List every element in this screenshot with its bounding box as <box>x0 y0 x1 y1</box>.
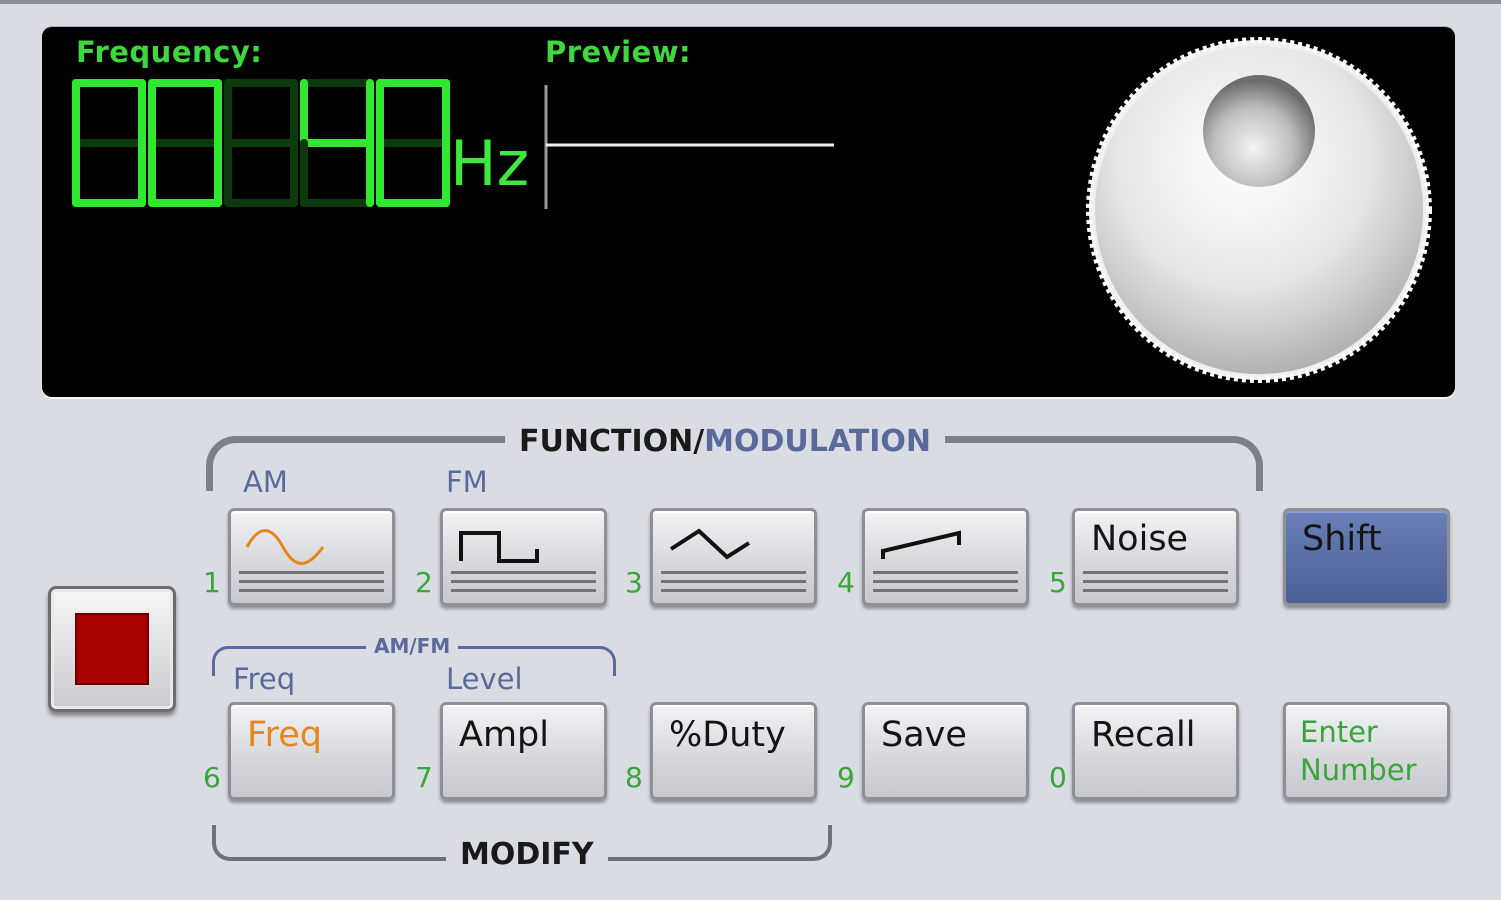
square-button[interactable] <box>440 508 607 606</box>
button-stripes <box>661 571 806 597</box>
enter-label-line2: Number <box>1300 753 1417 787</box>
ramp-button[interactable] <box>862 508 1029 606</box>
stop-square-icon <box>75 613 149 685</box>
function-title: FUNCTION/ <box>519 424 705 459</box>
tuning-knob[interactable] <box>1084 33 1434 383</box>
shift-label-freq: Freq <box>233 662 296 696</box>
shift-label-am: AM <box>243 465 288 499</box>
top-border <box>0 0 1501 4</box>
key-number-2: 2 <box>415 566 433 599</box>
modify-title: MODIFY <box>446 837 608 872</box>
button-stripes <box>239 571 384 597</box>
save-label: Save <box>881 715 967 755</box>
save-button[interactable]: Save <box>862 702 1029 800</box>
button-stripes <box>1083 571 1228 597</box>
modulation-title: MODULATION <box>704 424 932 459</box>
key-number-0: 0 <box>1049 761 1067 794</box>
waveform-preview <box>544 85 834 209</box>
frequency-digit <box>300 79 374 207</box>
key-number-5: 5 <box>1049 566 1067 599</box>
ampl-button[interactable]: Ampl <box>440 702 607 800</box>
square-wave-icon <box>459 531 539 563</box>
ampl-label: Ampl <box>459 715 549 755</box>
noise-button[interactable]: Noise <box>1072 508 1239 606</box>
key-number-1: 1 <box>203 566 221 599</box>
frequency-unit: Hz <box>450 127 530 200</box>
triangle-wave-icon <box>669 528 751 560</box>
shift-label-fm: FM <box>446 465 488 499</box>
button-stripes <box>873 571 1018 597</box>
sine-button[interactable] <box>228 508 395 606</box>
key-number-4: 4 <box>837 566 855 599</box>
frequency-digit <box>376 79 450 207</box>
shift-button[interactable]: Shift <box>1283 508 1450 606</box>
freq-label: Freq <box>247 715 322 755</box>
shift-label-level: Level <box>446 662 523 696</box>
recall-button[interactable]: Recall <box>1072 702 1239 800</box>
frequency-digits[interactable] <box>72 77 452 212</box>
output-stop-button[interactable] <box>48 586 176 712</box>
triangle-button[interactable] <box>650 508 817 606</box>
frequency-label: Frequency: <box>76 35 263 69</box>
sine-wave-icon <box>245 529 325 565</box>
duty-label: %Duty <box>669 715 786 755</box>
function-modulation-title: FUNCTION/MODULATION <box>505 424 946 459</box>
enter-number-label: Enter Number <box>1300 713 1417 789</box>
freq-button[interactable]: Freq <box>228 702 395 800</box>
display-panel: Frequency: Preview: Hz <box>42 27 1455 397</box>
key-number-8: 8 <box>625 761 643 794</box>
enter-label-line1: Enter <box>1300 715 1378 749</box>
key-number-7: 7 <box>415 761 433 794</box>
frequency-digit <box>224 79 298 207</box>
duty-button[interactable]: %Duty <box>650 702 817 800</box>
shift-label: Shift <box>1302 519 1382 559</box>
amfm-title: AM/FM <box>366 634 459 658</box>
button-stripes <box>451 571 596 597</box>
key-number-9: 9 <box>837 761 855 794</box>
knob-dimple <box>1203 75 1315 187</box>
key-number-3: 3 <box>625 566 643 599</box>
frequency-digit <box>148 79 222 207</box>
preview-label: Preview: <box>545 35 692 69</box>
key-number-6: 6 <box>203 761 221 794</box>
noise-label: Noise <box>1091 519 1189 559</box>
recall-label: Recall <box>1091 715 1196 755</box>
ramp-wave-icon <box>881 530 961 559</box>
frequency-digit <box>72 79 146 207</box>
enter-number-button[interactable]: Enter Number <box>1283 702 1450 800</box>
